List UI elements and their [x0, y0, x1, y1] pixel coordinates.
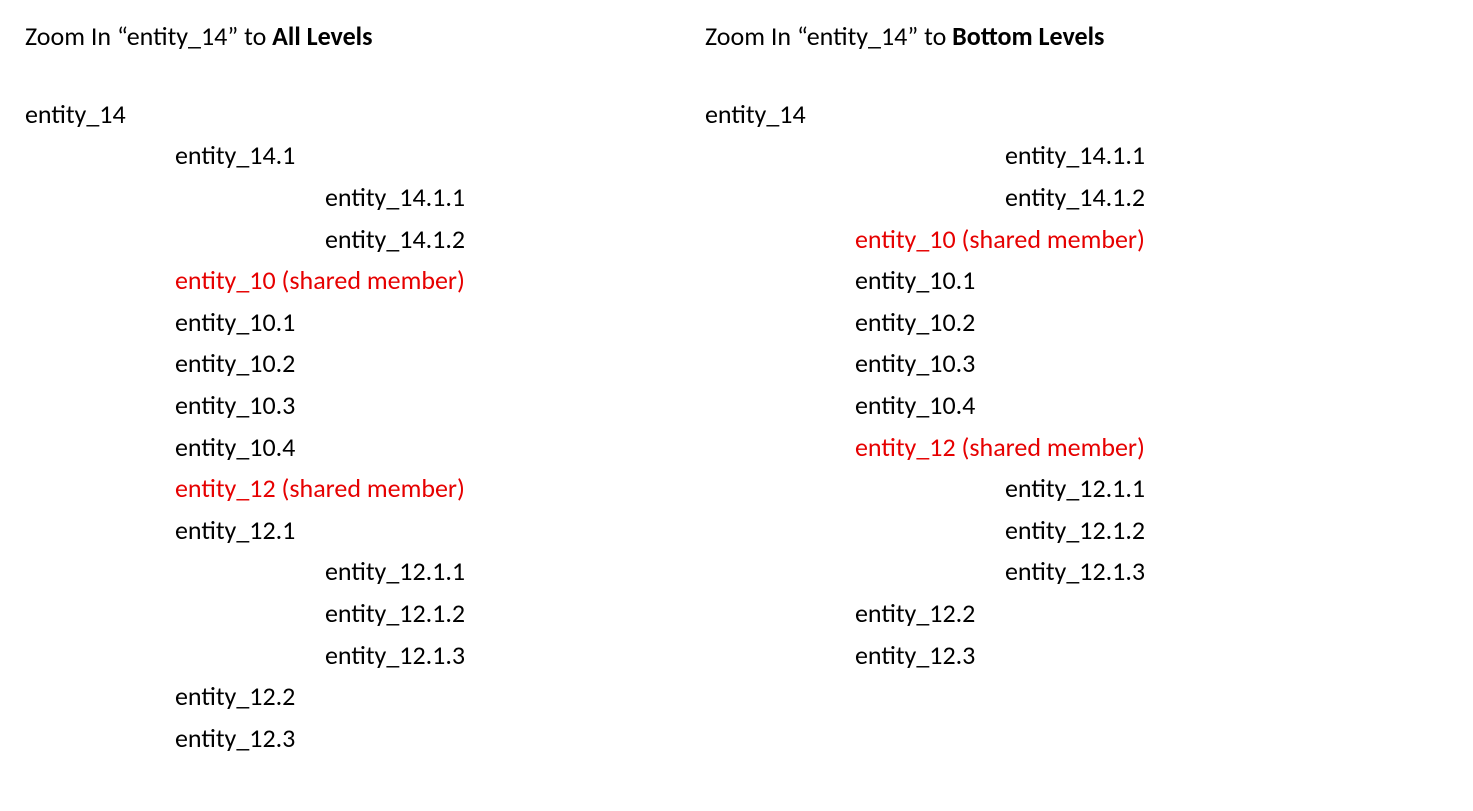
left-heading-prefix: Zoom In “entity_14” to — [25, 20, 272, 52]
tree-item: entity_10.3 — [705, 343, 1405, 385]
right-heading-bold: Bottom Levels — [952, 20, 1104, 52]
tree-item: entity_14.1 — [25, 135, 685, 177]
tree-item: entity_12.1.2 — [25, 593, 685, 635]
tree-item: entity_10.4 — [25, 427, 685, 469]
tree-item: entity_10 (shared member) — [25, 260, 685, 302]
tree-item: entity_14.1.1 — [25, 177, 685, 219]
left-column: Zoom In “entity_14” to All Levels entity… — [25, 20, 685, 759]
tree-item: entity_14.1.2 — [25, 219, 685, 261]
tree-item: entity_12.2 — [25, 676, 685, 718]
right-tree: entity_14entity_14.1.1entity_14.1.2entit… — [705, 94, 1405, 676]
tree-item: entity_10.4 — [705, 385, 1405, 427]
tree-item: entity_10.1 — [25, 302, 685, 344]
tree-item: entity_12.1.3 — [25, 635, 685, 677]
tree-item: entity_10.2 — [705, 302, 1405, 344]
tree-item: entity_14.1.1 — [705, 135, 1405, 177]
tree-item: entity_14.1.2 — [705, 177, 1405, 219]
tree-item: entity_10.1 — [705, 260, 1405, 302]
tree-item: entity_12.3 — [25, 718, 685, 760]
tree-item: entity_12.1.1 — [705, 468, 1405, 510]
right-heading: Zoom In “entity_14” to Bottom Levels — [705, 20, 1405, 54]
tree-item: entity_14 — [705, 94, 1405, 136]
tree-item: entity_10.2 — [25, 343, 685, 385]
left-tree: entity_14entity_14.1entity_14.1.1entity_… — [25, 94, 685, 760]
left-heading: Zoom In “entity_14” to All Levels — [25, 20, 685, 54]
right-column: Zoom In “entity_14” to Bottom Levels ent… — [705, 20, 1405, 759]
tree-item: entity_10.3 — [25, 385, 685, 427]
tree-item: entity_10 (shared member) — [705, 219, 1405, 261]
tree-item: entity_12.1.1 — [25, 551, 685, 593]
tree-item: entity_14 — [25, 94, 685, 136]
tree-item: entity_12.1.2 — [705, 510, 1405, 552]
tree-item: entity_12.1.3 — [705, 551, 1405, 593]
tree-item: entity_12.2 — [705, 593, 1405, 635]
tree-item: entity_12 (shared member) — [705, 427, 1405, 469]
tree-item: entity_12 (shared member) — [25, 468, 685, 510]
tree-item: entity_12.1 — [25, 510, 685, 552]
left-heading-bold: All Levels — [272, 20, 372, 52]
right-heading-prefix: Zoom In “entity_14” to — [705, 20, 952, 52]
tree-item: entity_12.3 — [705, 635, 1405, 677]
two-column-layout: Zoom In “entity_14” to All Levels entity… — [25, 20, 1448, 759]
